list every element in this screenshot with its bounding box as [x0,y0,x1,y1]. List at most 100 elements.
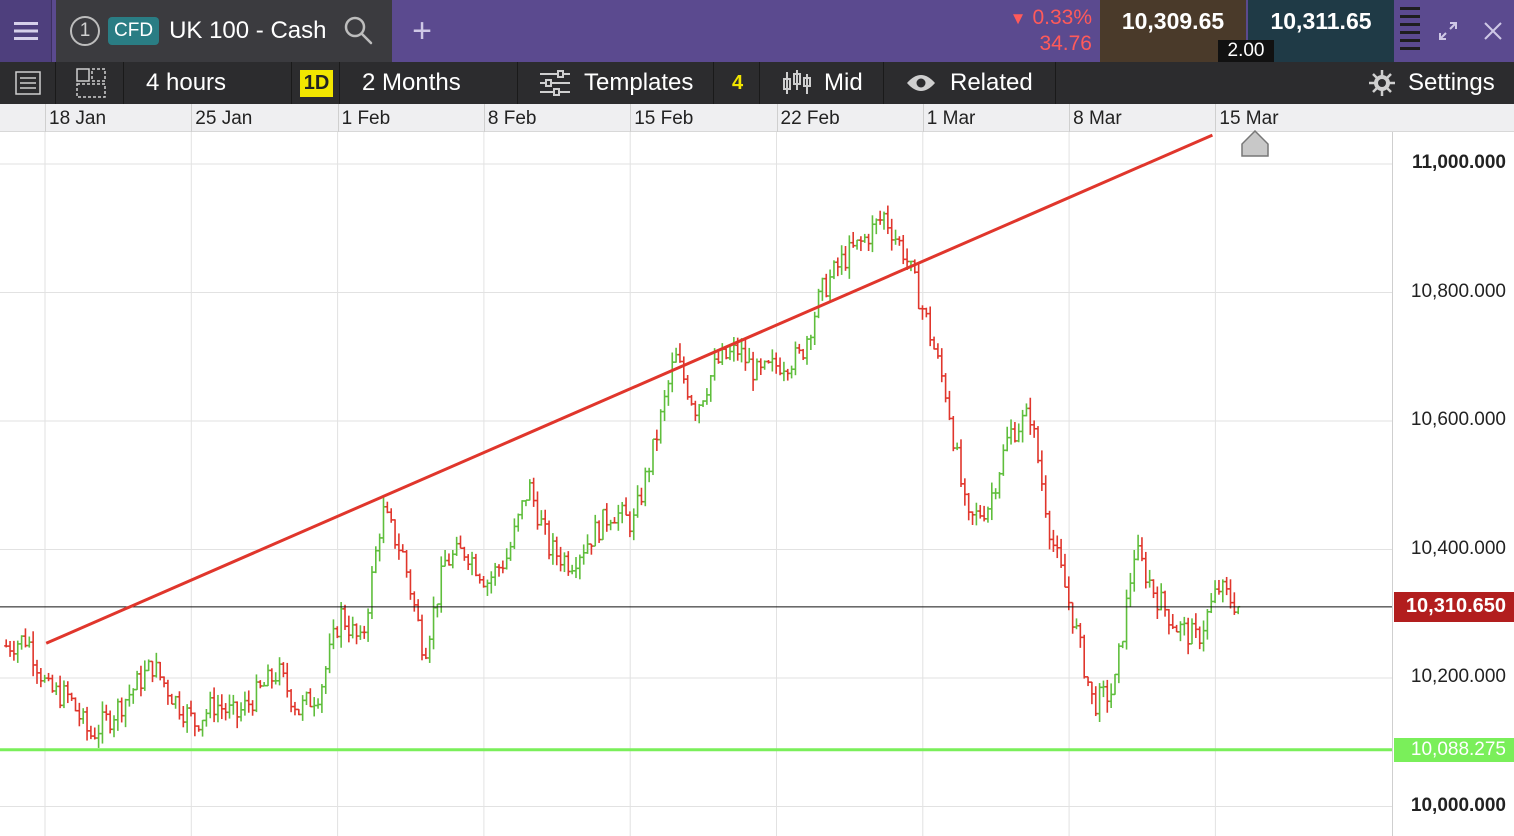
ohlc-bar [882,211,886,230]
add-tab-button[interactable]: + [392,0,452,62]
ohlc-bar [512,518,517,550]
close-icon [1484,22,1502,40]
ohlc-bar [597,520,602,543]
hamburger-icon [13,22,38,40]
ohlc-bar [627,511,632,538]
ohlc-bar [855,239,860,250]
price-chart[interactable] [0,132,1392,836]
search-icon[interactable] [342,14,374,46]
settings-button[interactable]: Settings [1362,62,1514,104]
ohlc-bar [1024,403,1029,417]
ohlc-bar [1082,634,1087,679]
ohlc-bar [404,549,409,578]
date-label: 18 Jan [49,108,107,129]
ohlc-bar [208,691,213,719]
ohlc-bar [1097,683,1102,722]
sell-price: 10,309.65 [1121,8,1225,34]
ohlc-bar [558,546,563,572]
date-tick [776,104,778,132]
ohlc-bar [343,604,347,630]
ohlc-bar [204,709,209,727]
ohlc-bar [554,536,559,566]
ohlc-bar [146,659,151,672]
ohlc-bar [662,390,667,422]
ohlc-bar [227,694,232,719]
date-tick [191,104,193,132]
ohlc-bar [1028,397,1033,435]
ohlc-bar [1005,426,1010,452]
price-tick-label: 10,400.000 [1410,537,1506,559]
ohlc-bar [766,359,771,364]
ohlc-bar [701,400,706,408]
date-label: 8 Feb [487,108,537,129]
range-select[interactable]: 2 Months [340,62,518,104]
ohlc-bar [262,682,267,687]
ohlc-bar [893,229,898,245]
expand-button[interactable] [1432,0,1464,62]
ohlc-bar [77,702,82,727]
ohlc-bar [831,260,836,280]
date-axis: 18 Jan 25 Jan 1 Feb 8 Feb 15 Feb 22 Feb 1 Mar 8… [0,104,1514,132]
ohlc-bar [1078,623,1083,648]
market-depth-button[interactable] [1396,0,1424,62]
watchlist-button[interactable] [0,62,56,104]
templates-count: 4 [716,62,760,104]
ohlc-bar [350,616,355,639]
ohlc-bar [373,546,378,574]
instrument-tab[interactable]: 1 CFD UK 100 - Cash [56,0,392,62]
ohlc-bar [523,499,528,507]
ohlc-bar [1170,614,1175,630]
ohlc-bar [235,701,240,729]
ohlc-bar [165,679,170,705]
ohlc-bar [127,684,132,707]
ohlc-bar [1012,421,1017,443]
templates-button[interactable]: Templates [518,62,714,104]
period-1d-button[interactable]: 1D [294,62,340,104]
ohlc-bar [327,633,332,674]
ohlc-bar [19,635,24,650]
related-button[interactable]: Related [884,62,1056,104]
ohlc-bar [935,343,940,359]
menu-button[interactable] [0,0,52,62]
depth-bars-icon [1400,7,1420,50]
interval-select[interactable]: 4 hours [124,62,292,104]
support-line-flag[interactable]: 10,088.275 [1394,737,1514,762]
date-label: 1 Feb [341,108,391,129]
ohlc-bar [1163,590,1168,617]
templates-label: Templates [584,69,694,96]
ohlc-bar [215,694,220,723]
ohlc-bar [681,356,686,384]
ohlc-bar [816,288,821,319]
ohlc-bar [1124,589,1129,650]
ohlc-bar [119,697,124,723]
ohlc-bar [443,549,448,568]
ohlc-bar [1232,592,1237,615]
ohlc-bar [801,348,806,361]
ohlc-bar [716,351,721,364]
expand-icon [1439,22,1457,40]
alert-marker-icon[interactable] [1240,130,1270,158]
ohlc-bar [1047,510,1052,550]
chart-area[interactable]: 11,000.000 10,800.000 10,600.000 10,400.000… [0,130,1514,836]
layout-button[interactable] [58,62,124,104]
ohlc-bar [81,708,86,724]
ohlc-bar [200,719,205,737]
ohlc-bar [108,710,113,734]
ohlc-bar [1113,673,1117,696]
price-type-select[interactable]: Mid [760,62,884,104]
ohlc-bar [1201,620,1206,652]
date-tick [922,104,924,132]
ohlc-bar [604,503,609,532]
ohlc-bar [35,659,39,684]
ohlc-bar [689,394,694,406]
ohlc-bar [131,688,136,704]
close-button[interactable] [1476,0,1510,62]
ohlc-bar [754,358,759,381]
ohlc-bar [1001,444,1006,476]
ohlc-bar [11,640,16,661]
ohlc-bar [781,361,786,382]
ohlc-bar [31,631,36,677]
ohlc-bar [458,535,463,550]
ohlc-bar [242,691,247,716]
date-tick [337,104,339,132]
